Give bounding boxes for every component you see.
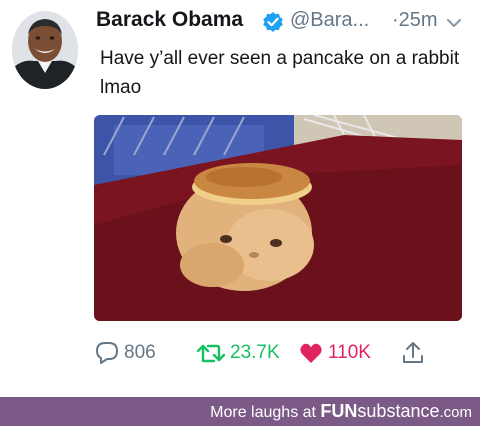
share-upload-icon: [403, 342, 423, 363]
reply-count: 806: [124, 342, 156, 363]
tweet-actions: 806 23.7K 110K: [94, 336, 466, 370]
avatar[interactable]: [12, 11, 78, 89]
tweet-text: Have y’all ever seen a pancake on a rabb…: [100, 48, 460, 98]
reply-bubble-icon: [96, 342, 118, 364]
like-count: 110K: [328, 342, 371, 363]
time-separator: ·: [392, 9, 399, 31]
avatar-photo: [12, 11, 78, 89]
verified-badge-icon: [262, 11, 284, 33]
like-button[interactable]: 110K: [298, 336, 371, 370]
tweet-photo[interactable]: [94, 115, 462, 321]
watermark-text: More laughs at FUNsubstance.com: [210, 401, 472, 422]
time-value: 25m: [398, 9, 438, 31]
rabbit-pancake-image: [94, 115, 462, 321]
tweet-header: Barack Obama @Bara... ·25m: [96, 8, 468, 38]
watermark-bar: More laughs at FUNsubstance.com: [0, 397, 480, 426]
watermark-brand-rest: substance: [357, 401, 440, 421]
share-button[interactable]: [400, 336, 430, 370]
retweet-count: 23.7K: [230, 342, 280, 363]
tweet-timestamp[interactable]: ·25m: [392, 9, 438, 32]
author-handle[interactable]: @Bara...: [290, 9, 369, 32]
author-name[interactable]: Barack Obama: [96, 8, 243, 32]
watermark-prefix: More laughs at: [210, 404, 321, 421]
chevron-down-icon[interactable]: [446, 16, 462, 28]
retweet-icon: [196, 344, 226, 363]
reply-button[interactable]: 806: [94, 336, 156, 370]
watermark-domain: .com: [439, 404, 472, 421]
heart-icon: [300, 343, 322, 363]
watermark-brand: FUN: [320, 401, 358, 421]
retweet-button[interactable]: 23.7K: [196, 336, 280, 370]
